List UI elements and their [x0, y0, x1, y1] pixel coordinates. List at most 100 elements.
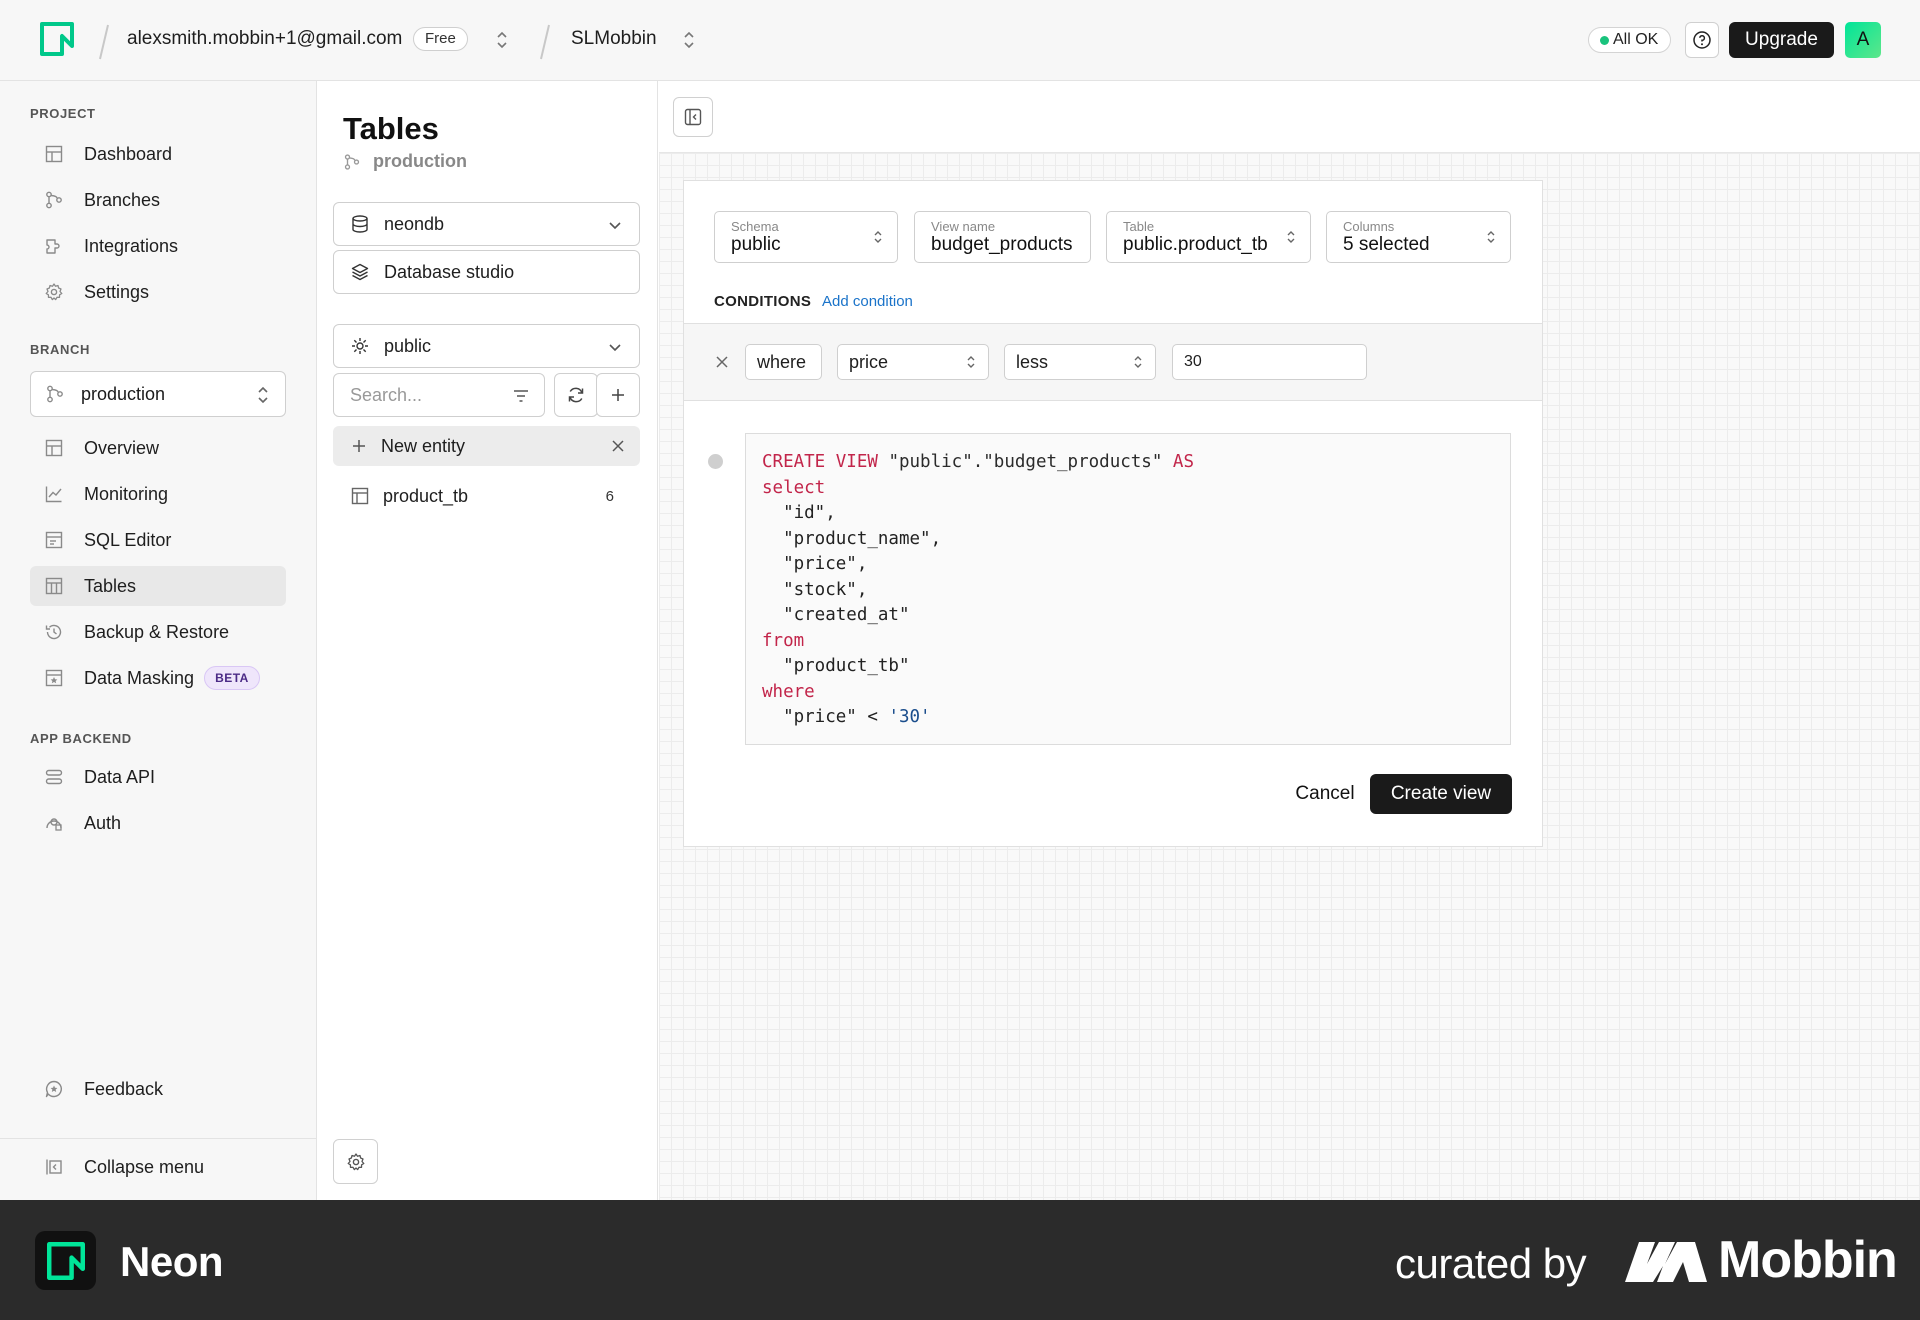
sidebar-item-data-masking[interactable]: Data Masking BETA — [30, 658, 286, 698]
new-entity-label: New entity — [381, 435, 466, 456]
chevron-updown-icon — [258, 386, 268, 404]
condition-column-select[interactable]: price — [837, 344, 989, 380]
account-switcher-icon[interactable] — [495, 29, 509, 51]
mobbin-logo-icon — [1625, 1242, 1707, 1282]
page-title: Tables — [343, 111, 439, 146]
search-input[interactable]: Search... — [333, 373, 545, 417]
sql-column: "price", — [762, 554, 868, 574]
sql-editor-icon — [45, 531, 63, 549]
sql-view-name: "public"."budget_products" — [877, 452, 1173, 472]
upgrade-button[interactable]: Upgrade — [1729, 22, 1834, 58]
plan-badge: Free — [413, 27, 468, 51]
conditions-heading: CONDITIONS — [714, 293, 812, 310]
avatar[interactable]: A — [1845, 22, 1881, 58]
panel-collapse-icon — [684, 108, 702, 126]
chevron-down-icon — [609, 222, 621, 230]
layers-icon — [351, 263, 369, 281]
sidebar-item-label: Tables — [84, 575, 137, 596]
status-text: All OK — [1613, 31, 1659, 48]
top-bar: alexsmith.mobbin+1@gmail.com Free SLMobb… — [0, 0, 1920, 81]
create-view-form: Schema public View name budget_products … — [683, 180, 1543, 847]
sidebar-item-label: Auth — [84, 812, 122, 833]
condition-operator-select[interactable]: less — [1004, 344, 1156, 380]
sql-keyword: AS — [1172, 452, 1194, 472]
sidebar-item-overview[interactable]: Overview — [30, 428, 286, 468]
section-label-project: PROJECT — [30, 106, 96, 121]
tables-panel: Tables production neondb Database studio… — [318, 81, 658, 1200]
add-button[interactable] — [596, 373, 640, 417]
sidebar-item-dashboard[interactable]: Dashboard — [30, 134, 286, 174]
panel-settings-button[interactable] — [333, 1139, 378, 1184]
chevron-updown-icon — [967, 356, 975, 368]
history-icon — [45, 624, 62, 640]
refresh-button[interactable] — [554, 373, 598, 417]
sidebar-item-integrations[interactable]: Integrations — [30, 226, 286, 266]
sql-table: "product_tb" — [762, 656, 910, 676]
schema-select[interactable]: public — [333, 324, 640, 368]
table-field-value: public.product_tb — [1123, 234, 1268, 255]
database-icon — [352, 215, 368, 233]
neon-logo-icon[interactable] — [40, 22, 74, 56]
close-icon[interactable] — [610, 438, 626, 454]
feedback-label: Feedback — [84, 1078, 164, 1099]
add-condition-link[interactable]: Add condition — [822, 293, 913, 310]
sql-literal: '30' — [888, 707, 931, 727]
table-row-count: 6 — [605, 487, 614, 505]
create-view-button[interactable]: Create view — [1370, 774, 1512, 814]
columns-field-value: 5 selected — [1343, 234, 1430, 255]
sql-condition: "price" < — [762, 707, 889, 727]
current-branch-label: production — [373, 151, 467, 171]
auth-icon — [46, 818, 62, 831]
sidebar-item-data-api[interactable]: Data API — [30, 757, 286, 797]
sql-keyword: from — [762, 630, 805, 651]
schema-field[interactable]: Schema public — [714, 211, 898, 263]
database-select[interactable]: neondb — [333, 202, 640, 246]
table-list-item[interactable]: product_tb 6 — [333, 476, 640, 516]
cancel-button[interactable]: Cancel — [1282, 774, 1368, 814]
neon-logo-icon — [35, 1231, 96, 1290]
feedback-icon — [45, 1080, 62, 1098]
new-entity-item[interactable]: New entity — [333, 426, 640, 466]
table-field-label: Table — [1123, 219, 1155, 234]
database-studio-label: Database studio — [384, 261, 515, 282]
filter-icon — [514, 390, 528, 402]
status-badge[interactable]: All OK — [1588, 27, 1672, 53]
help-button[interactable] — [1685, 22, 1719, 58]
gear-icon — [347, 1152, 364, 1170]
toggle-panel-button[interactable] — [673, 97, 713, 137]
feedback-button[interactable]: Feedback — [30, 1069, 286, 1109]
question-icon — [1693, 31, 1711, 49]
table-field[interactable]: Table public.product_tb — [1106, 211, 1311, 263]
branch-select[interactable]: production — [30, 371, 286, 417]
brand-name: Mobbin — [1718, 1231, 1898, 1289]
project-switcher-icon[interactable] — [682, 29, 696, 51]
condition-value-input[interactable]: 30 — [1172, 344, 1367, 380]
sidebar-item-tables[interactable]: Tables — [30, 566, 286, 606]
project-name[interactable]: SLMobbin — [571, 28, 657, 50]
view-name-field[interactable]: View name budget_products — [914, 211, 1091, 263]
sidebar-item-backup-restore[interactable]: Backup & Restore — [30, 612, 286, 652]
sidebar-item-branches[interactable]: Branches — [30, 180, 286, 220]
collapse-menu-button[interactable]: Collapse menu — [30, 1147, 286, 1187]
curated-by-text: curated by — [1395, 1240, 1587, 1287]
api-icon — [45, 769, 63, 785]
sidebar-item-auth[interactable]: Auth — [30, 803, 286, 843]
plus-icon — [612, 389, 624, 401]
account-email[interactable]: alexsmith.mobbin+1@gmail.com — [127, 28, 402, 50]
sidebar-item-sql-editor[interactable]: SQL Editor — [30, 520, 286, 560]
sidebar-item-monitoring[interactable]: Monitoring — [30, 474, 286, 514]
breadcrumb-separator — [540, 24, 550, 60]
mask-icon — [45, 669, 63, 687]
condition-clause: where — [745, 344, 822, 380]
branch-select-value: production — [81, 383, 166, 404]
sidebar-item-settings[interactable]: Settings — [30, 272, 286, 312]
sidebar-item-label: Branches — [84, 189, 161, 210]
table-name: product_tb — [383, 485, 469, 506]
sql-keyword: where — [762, 681, 815, 702]
remove-condition-icon[interactable] — [714, 354, 730, 370]
main-canvas: Schema public View name budget_products … — [659, 81, 1920, 1200]
sidebar: PROJECT Dashboard Branches Integrations … — [0, 81, 317, 1200]
database-studio-button[interactable]: Database studio — [333, 250, 640, 294]
columns-field[interactable]: Columns 5 selected — [1326, 211, 1511, 263]
chevron-updown-icon — [1134, 356, 1142, 368]
